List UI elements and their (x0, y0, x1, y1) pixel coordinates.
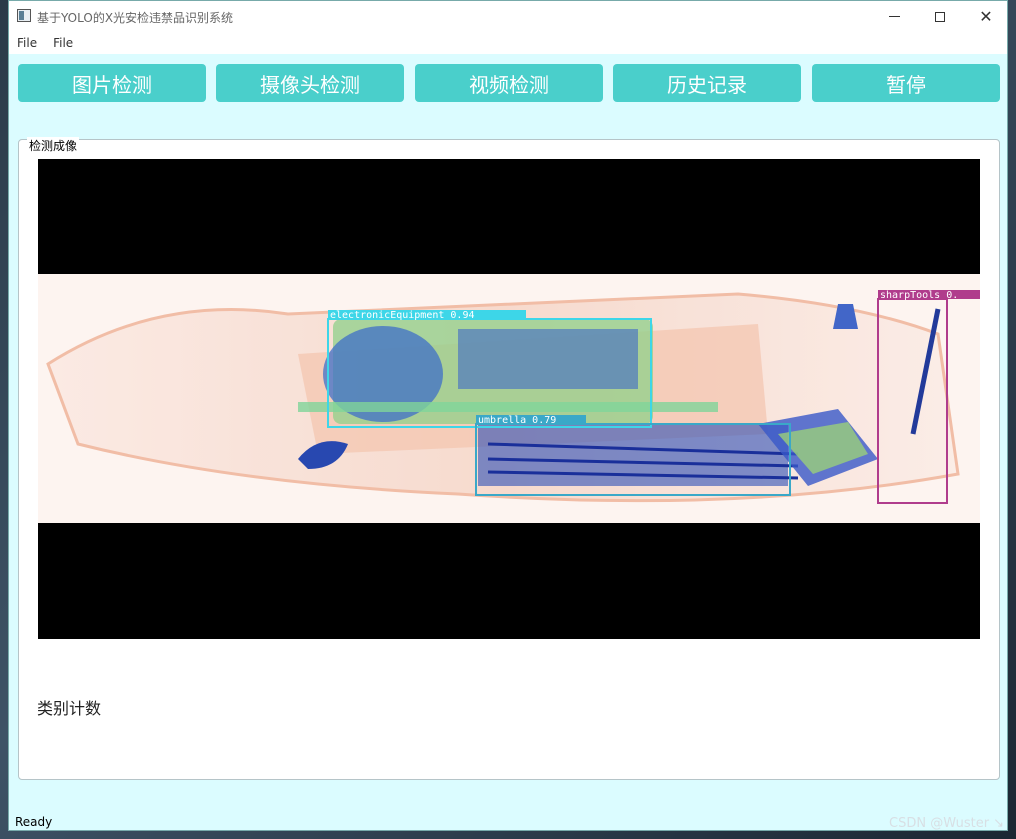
image-detect-button[interactable]: 图片检测 (18, 64, 206, 102)
electronics-board (458, 329, 638, 389)
maximize-icon (935, 11, 945, 22)
xray-image: electronicEquipment 0.94 umbrella 0.79 s… (38, 274, 980, 523)
close-button[interactable]: ✕ (963, 1, 1007, 32)
minimize-button[interactable] (871, 1, 917, 32)
minimize-icon (888, 16, 900, 17)
menu-bar: File File (9, 32, 1007, 54)
watermark: CSDN @Wuster ↘ (889, 816, 1005, 831)
app-icon (17, 9, 31, 22)
camera-detect-button[interactable]: 摄像头检测 (216, 64, 404, 102)
menu-file-1[interactable]: File (17, 36, 37, 50)
status-text: Ready (15, 815, 53, 829)
app-window: 基于YOLO的X光安检违禁品识别系统 ✕ File File 图片检测 摄像头检… (8, 0, 1008, 831)
bbox-umbrella-label: umbrella 0.79 (478, 415, 556, 426)
status-bar: Ready (9, 807, 1007, 830)
bbox-sharp-tools-label: sharpTools 0. (880, 290, 958, 301)
detection-panel-title: 检测成像 (27, 137, 80, 154)
detection-image-area: electronicEquipment 0.94 umbrella 0.79 s… (38, 159, 980, 639)
toolbar: 图片检测 摄像头检测 视频检测 历史记录 暂停 (18, 64, 1000, 102)
close-icon: ✕ (979, 7, 993, 26)
electronics-strip (298, 402, 718, 412)
title-bar[interactable]: 基于YOLO的X光安检违禁品识别系统 ✕ (9, 1, 1007, 32)
history-button[interactable]: 历史记录 (613, 64, 801, 102)
video-detect-button[interactable]: 视频检测 (415, 64, 603, 102)
pause-button[interactable]: 暂停 (812, 64, 1000, 102)
bbox-electronic-equipment-label: electronicEquipment 0.94 (330, 310, 475, 321)
window-title: 基于YOLO的X光安检违禁品识别系统 (37, 11, 234, 25)
menu-file-2[interactable]: File (53, 36, 73, 50)
maximize-button[interactable] (917, 1, 963, 32)
class-count-label: 类别计数 (37, 699, 102, 718)
